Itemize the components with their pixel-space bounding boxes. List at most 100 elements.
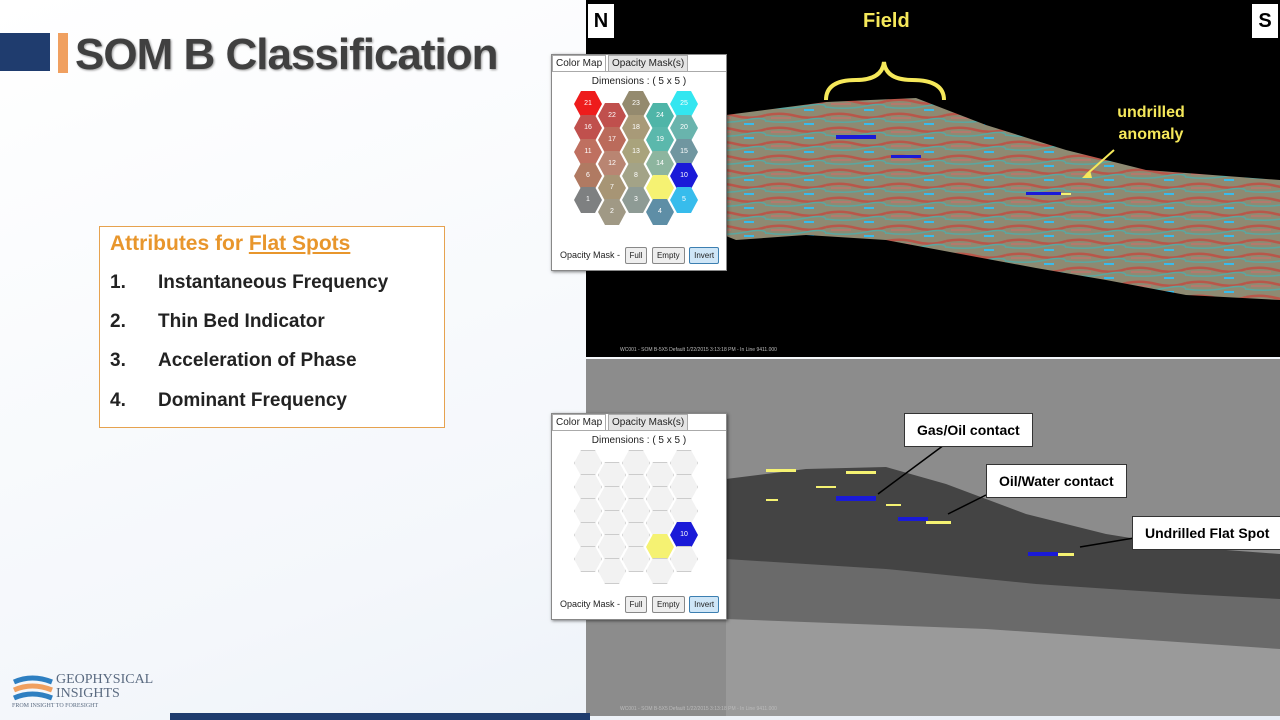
som-neuron-cell[interactable]: [622, 498, 650, 524]
som-neuron-number: 10: [680, 172, 688, 179]
som-neuron-cell[interactable]: 9: [646, 534, 674, 560]
full-button[interactable]: Full: [624, 247, 648, 264]
som-neuron-number: 18: [632, 124, 640, 131]
tab-color-map[interactable]: Color Map: [552, 55, 607, 71]
som-neuron-cell[interactable]: [574, 450, 602, 476]
slide-title: SOM B Classification: [75, 30, 499, 79]
som-neuron-cell[interactable]: 22: [598, 103, 626, 129]
som-neuron-cell[interactable]: [670, 546, 698, 572]
som-neuron-cell[interactable]: [574, 498, 602, 524]
som-neuron-cell[interactable]: [670, 498, 698, 524]
som-neuron-cell[interactable]: [646, 486, 674, 512]
som-neuron-cell[interactable]: 8: [622, 163, 650, 189]
som-neuron-cell[interactable]: 19: [646, 127, 674, 153]
som-neuron-cell[interactable]: 24: [646, 103, 674, 129]
som-neuron-cell[interactable]: 15: [670, 139, 698, 165]
som-neuron-number: 16: [584, 124, 592, 131]
som-neuron-cell[interactable]: 25: [670, 91, 698, 117]
som-neuron-number: 24: [656, 112, 664, 119]
empty-button[interactable]: Empty: [651, 596, 685, 613]
som-neuron-cell[interactable]: 10: [670, 522, 698, 548]
som-neuron-cell[interactable]: [598, 558, 626, 584]
som-neuron-cell[interactable]: 4: [646, 199, 674, 225]
som-neuron-cell[interactable]: 3: [622, 187, 650, 213]
som-neuron-number: 23: [632, 100, 640, 107]
tab-color-map[interactable]: Color Map: [552, 414, 607, 430]
som-neuron-cell[interactable]: [670, 474, 698, 500]
som-neuron-number: 8: [634, 172, 638, 179]
som-neuron-cell[interactable]: 20: [670, 115, 698, 141]
som-neuron-cell[interactable]: [574, 546, 602, 572]
undrilled-anomaly-label: undrilled anomaly: [1117, 104, 1185, 143]
som-neuron-cell[interactable]: [598, 510, 626, 536]
som-neuron-cell[interactable]: [622, 546, 650, 572]
som-neuron-cell[interactable]: 18: [622, 115, 650, 141]
som-hex-grid-masked: 9 10: [552, 446, 726, 606]
opacity-mask-label: Opacity Mask -: [560, 250, 621, 260]
som-neuron-number: 1: [586, 196, 590, 203]
opacity-mask-label: Opacity Mask -: [560, 599, 621, 609]
som-neuron-cell[interactable]: [670, 450, 698, 476]
dimensions-label: Dimensions : ( 5 x 5 ): [591, 435, 687, 446]
som-neuron-cell[interactable]: [598, 534, 626, 560]
som-neuron-cell[interactable]: [598, 462, 626, 488]
som-neuron-cell[interactable]: [646, 462, 674, 488]
som-neuron-cell[interactable]: 10: [670, 163, 698, 189]
som-neuron-number: 7: [610, 184, 614, 191]
gas-oil-contact-callout: Gas/Oil contact: [904, 413, 1033, 447]
som-neuron-cell[interactable]: [646, 558, 674, 584]
som-neuron-number: 5: [682, 196, 686, 203]
attribute-label: Dominant Frequency: [158, 390, 347, 411]
full-button[interactable]: Full: [624, 596, 648, 613]
attribute-number: 3.: [110, 350, 126, 371]
som-neuron-cell[interactable]: [574, 522, 602, 548]
som-neuron-number: 14: [656, 160, 664, 167]
widget-tabs: Color Map Opacity Mask(s): [552, 55, 726, 72]
som-neuron-cell[interactable]: 17: [598, 127, 626, 153]
som-neuron-cell[interactable]: 11: [574, 139, 602, 165]
som-neuron-number: 21: [584, 100, 592, 107]
som-neuron-cell[interactable]: [622, 474, 650, 500]
som-neuron-cell[interactable]: 12: [598, 151, 626, 177]
attributes-box: Attributes for Flat Spots 1. Instantaneou…: [99, 226, 445, 428]
som-neuron-cell[interactable]: 6: [574, 163, 602, 189]
som-neuron-number: 9: [658, 543, 662, 550]
som-neuron-cell[interactable]: [622, 522, 650, 548]
invert-button[interactable]: Invert: [689, 247, 720, 264]
attribute-item: 1. Instantaneous Frequency: [110, 272, 388, 294]
som-neuron-number: 15: [680, 148, 688, 155]
attribute-item: 2. Thin Bed Indicator: [110, 311, 325, 333]
som-neuron-cell[interactable]: 14: [646, 151, 674, 177]
title-orange-bar: [58, 33, 68, 73]
som-neuron-cell[interactable]: [598, 486, 626, 512]
logo-tagline: FROM INSIGHT TO FORESIGHT: [12, 703, 99, 709]
som-neuron-cell[interactable]: 23: [622, 91, 650, 117]
som-neuron-cell[interactable]: [622, 450, 650, 476]
som-neuron-cell[interactable]: 9: [646, 175, 674, 201]
som-neuron-cell[interactable]: [646, 510, 674, 536]
invert-button[interactable]: Invert: [689, 596, 720, 613]
title-accent-bar: [0, 33, 50, 71]
som-neuron-cell[interactable]: [574, 474, 602, 500]
som-neuron-cell[interactable]: 21: [574, 91, 602, 117]
som-neuron-number: 25: [680, 100, 688, 107]
color-map-widget-masked: Color Map Opacity Mask(s) Dimensions : (…: [551, 413, 727, 620]
panel-caption: WC001 - SOM B-5X5 Default 1/22/2015 3:13…: [620, 347, 777, 353]
som-neuron-number: 9: [658, 184, 662, 191]
som-neuron-cell[interactable]: 16: [574, 115, 602, 141]
empty-button[interactable]: Empty: [651, 247, 685, 264]
som-neuron-cell[interactable]: 5: [670, 187, 698, 213]
som-neuron-number: 17: [608, 136, 616, 143]
som-neuron-number: 3: [634, 196, 638, 203]
som-neuron-cell[interactable]: 1: [574, 187, 602, 213]
som-neuron-cell[interactable]: 13: [622, 139, 650, 165]
som-neuron-cell[interactable]: 2: [598, 199, 626, 225]
attribute-label: Acceleration of Phase: [158, 350, 357, 371]
som-neuron-number: 4: [658, 208, 662, 215]
tab-opacity-mask[interactable]: Opacity Mask(s): [608, 414, 689, 430]
opacity-mask-controls: Opacity Mask - Full Empty Invert: [560, 596, 720, 613]
som-neuron-number: 20: [680, 124, 688, 131]
tab-opacity-mask[interactable]: Opacity Mask(s): [608, 55, 689, 71]
som-neuron-cell[interactable]: 7: [598, 175, 626, 201]
som-hex-grid: 21 22 23 24 25 16 17 18 19 20 11 12 13 14 15 6 7 8 9 10 1 2 3 4…: [552, 87, 726, 247]
